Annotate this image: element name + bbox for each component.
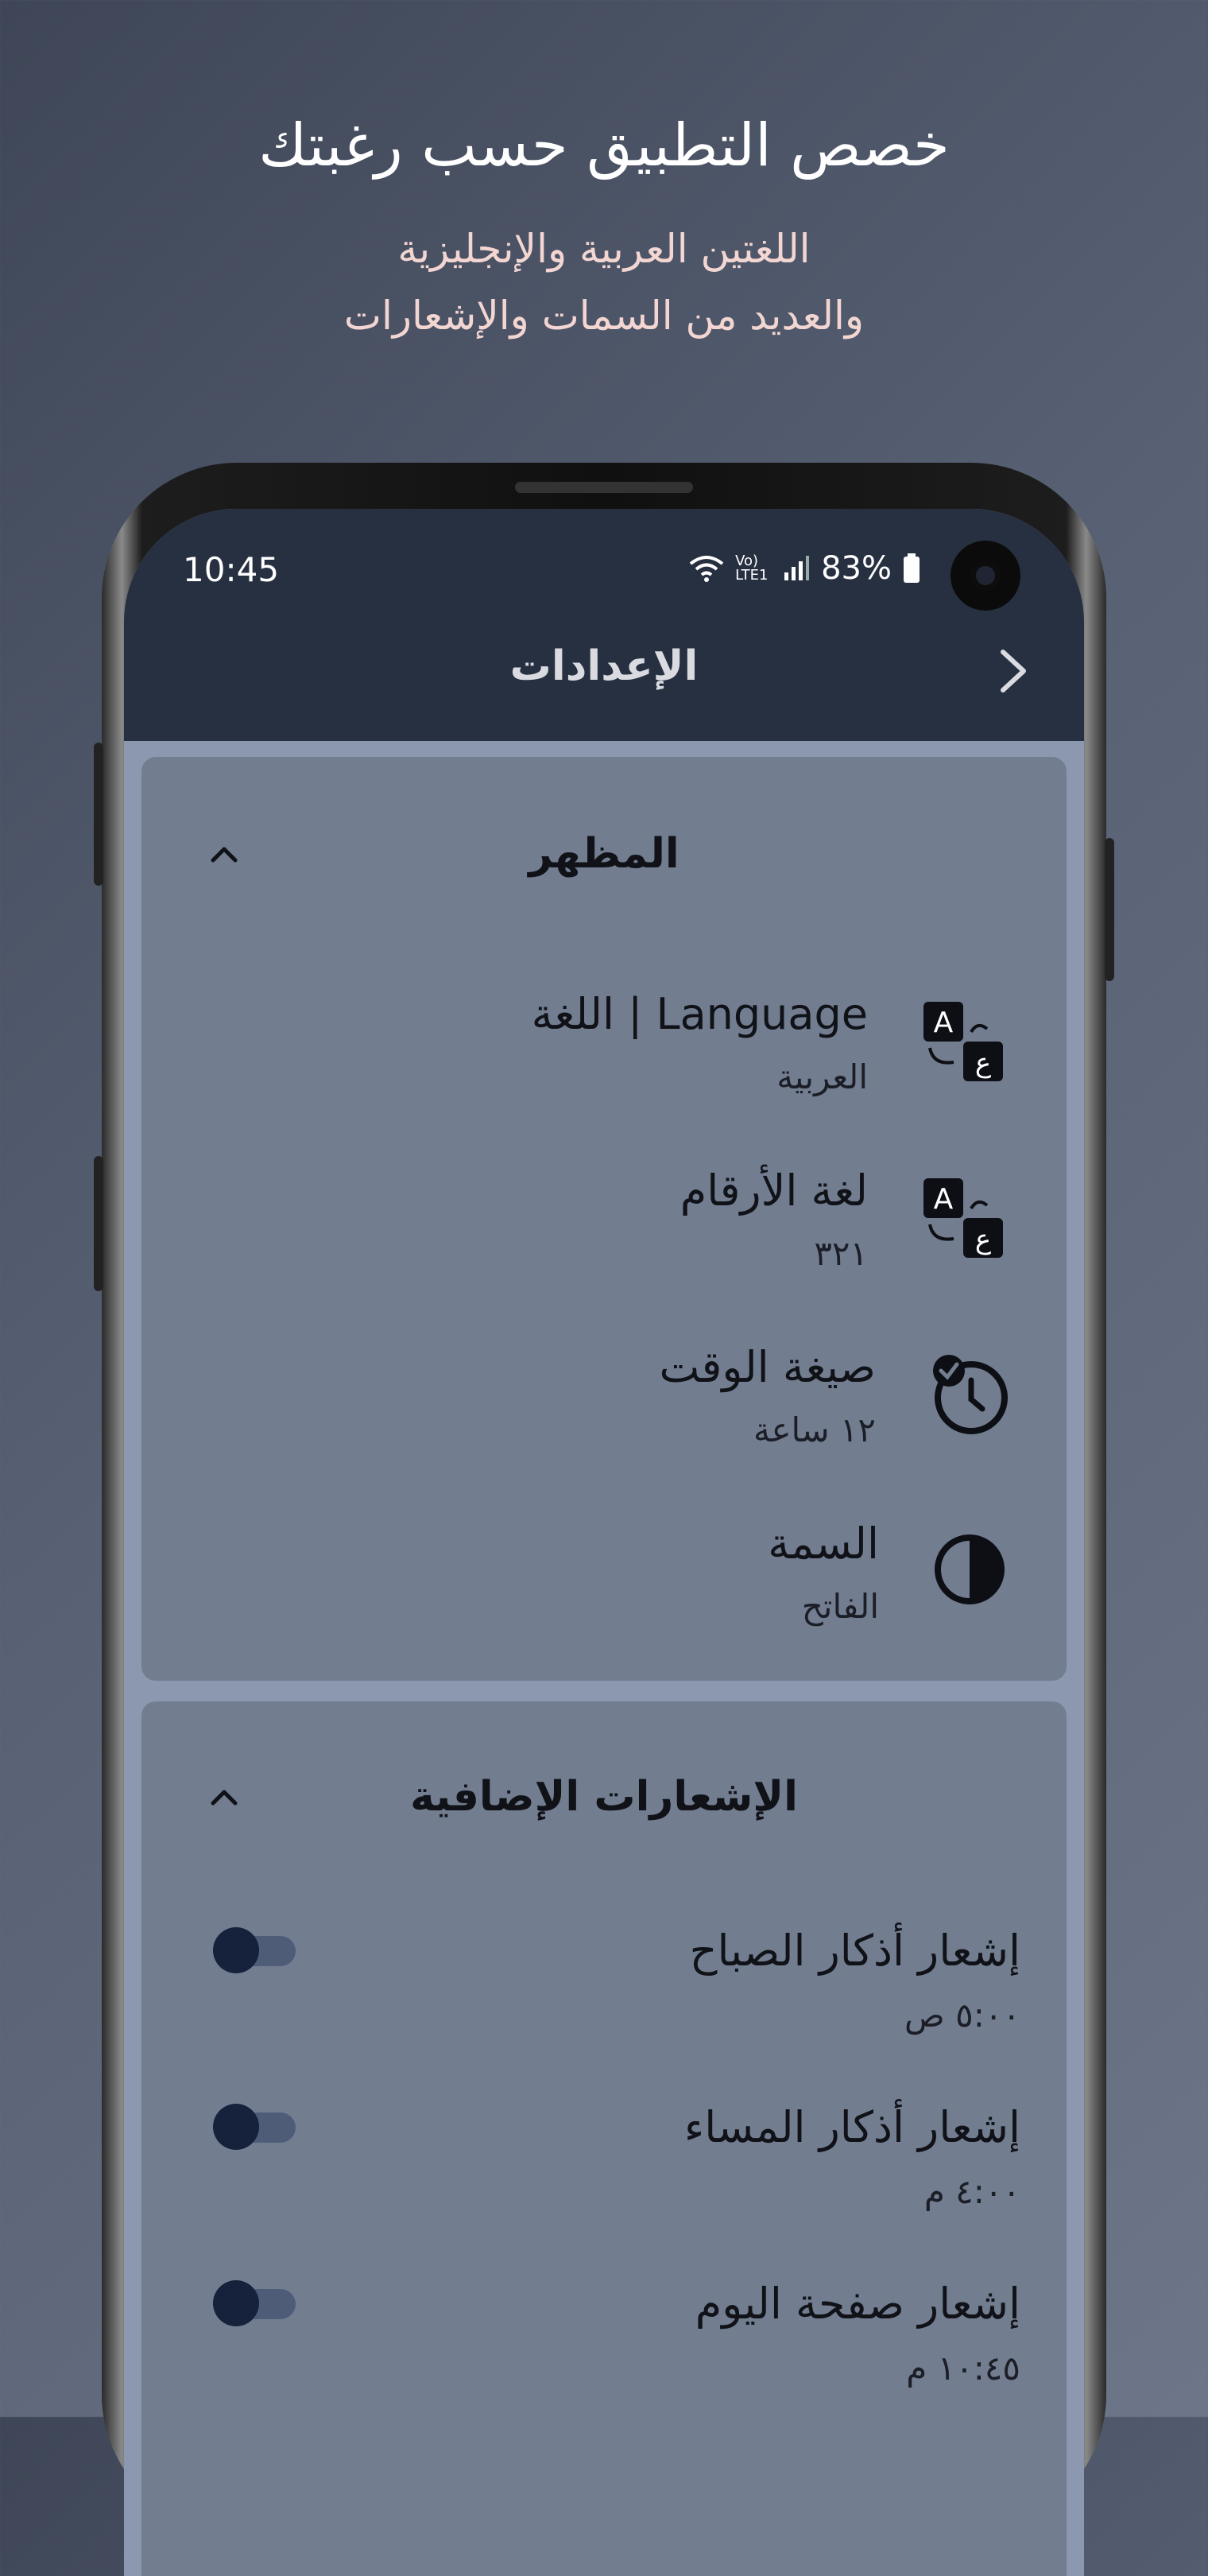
notification-title: إشعار صفحة اليوم — [695, 2279, 1020, 2329]
promo-subline-2: والعديد من السمات والإشعارات — [343, 293, 865, 339]
app-bar: 10:45 Vo) LTE1 83% الإعدادات — [124, 509, 1084, 741]
setting-title: لغة الأرقام — [680, 1166, 868, 1216]
front-camera — [951, 541, 1020, 611]
phone-frame: 10:45 Vo) LTE1 83% الإعدادات المظهر Lang… — [94, 463, 1114, 2576]
notifications-card: الإشعارات الإضافية إشعار أذكار الصباح ٥:… — [141, 1701, 1067, 2576]
setting-title: السمة — [768, 1519, 879, 1569]
setting-value: ١٢ ساعة — [753, 1410, 876, 1449]
daily-page-toggle[interactable] — [213, 2280, 296, 2326]
appearance-card: المظهر Language | اللغة العربية A ع لغة … — [141, 757, 1067, 1681]
translate-icon: A ع — [923, 1002, 1003, 1081]
network-label: Vo) LTE1 — [735, 553, 769, 584]
chevron-up-icon[interactable] — [208, 1786, 240, 1808]
setting-value: الفاتح — [801, 1587, 879, 1626]
svg-text:A: A — [934, 1183, 954, 1216]
notification-title: إشعار أذكار المساء — [683, 2102, 1020, 2152]
phone-speaker — [515, 482, 693, 493]
svg-text:ع: ع — [975, 1047, 991, 1079]
clock-check-icon — [933, 1355, 1008, 1434]
back-chevron-icon[interactable] — [987, 646, 1038, 696]
svg-text:ع: ع — [975, 1224, 991, 1255]
appearance-section-title: المظهر — [528, 830, 680, 878]
status-time: 10:45 — [183, 550, 280, 589]
notification-time: ٥:٠٠ ص — [904, 1996, 1020, 2035]
evening-toggle[interactable] — [213, 2104, 296, 2150]
svg-text:A: A — [934, 1007, 954, 1039]
setting-value: ٣٢١ — [814, 1234, 868, 1273]
setting-value: العربية — [776, 1057, 868, 1096]
signal-icon — [784, 556, 810, 580]
chevron-up-icon[interactable] — [208, 843, 240, 865]
promo-subline-1: اللغتين العربية والإنجليزية — [397, 226, 811, 272]
notification-time: ٤:٠٠ م — [923, 2172, 1020, 2211]
notifications-section-title: الإشعارات الإضافية — [410, 1773, 798, 1821]
setting-title: Language | اللغة — [531, 989, 868, 1039]
status-icons: Vo) LTE1 83% — [689, 550, 920, 587]
promo-headline: خصص التطبيق حسب رغبتك — [258, 111, 950, 180]
battery-percent: 83% — [821, 550, 892, 587]
setting-title: صيغة الوقت — [659, 1342, 876, 1392]
phone-side-button-right — [1105, 838, 1114, 981]
morning-toggle[interactable] — [213, 1927, 296, 1973]
page-title: الإعدادات — [509, 642, 699, 690]
translate-icon: A ع — [923, 1178, 1003, 1258]
wifi-icon — [689, 556, 724, 582]
notification-title: إشعار أذكار الصباح — [689, 1926, 1020, 1976]
notification-time: ١٠:٤٥ م — [906, 2349, 1020, 2388]
battery-icon — [904, 553, 920, 583]
phone-side-button-left-2 — [94, 1156, 103, 1291]
phone-side-button-left — [94, 743, 103, 886]
contrast-icon — [935, 1534, 1005, 1604]
phone-screen: 10:45 Vo) LTE1 83% الإعدادات المظهر Lang… — [124, 509, 1084, 2576]
